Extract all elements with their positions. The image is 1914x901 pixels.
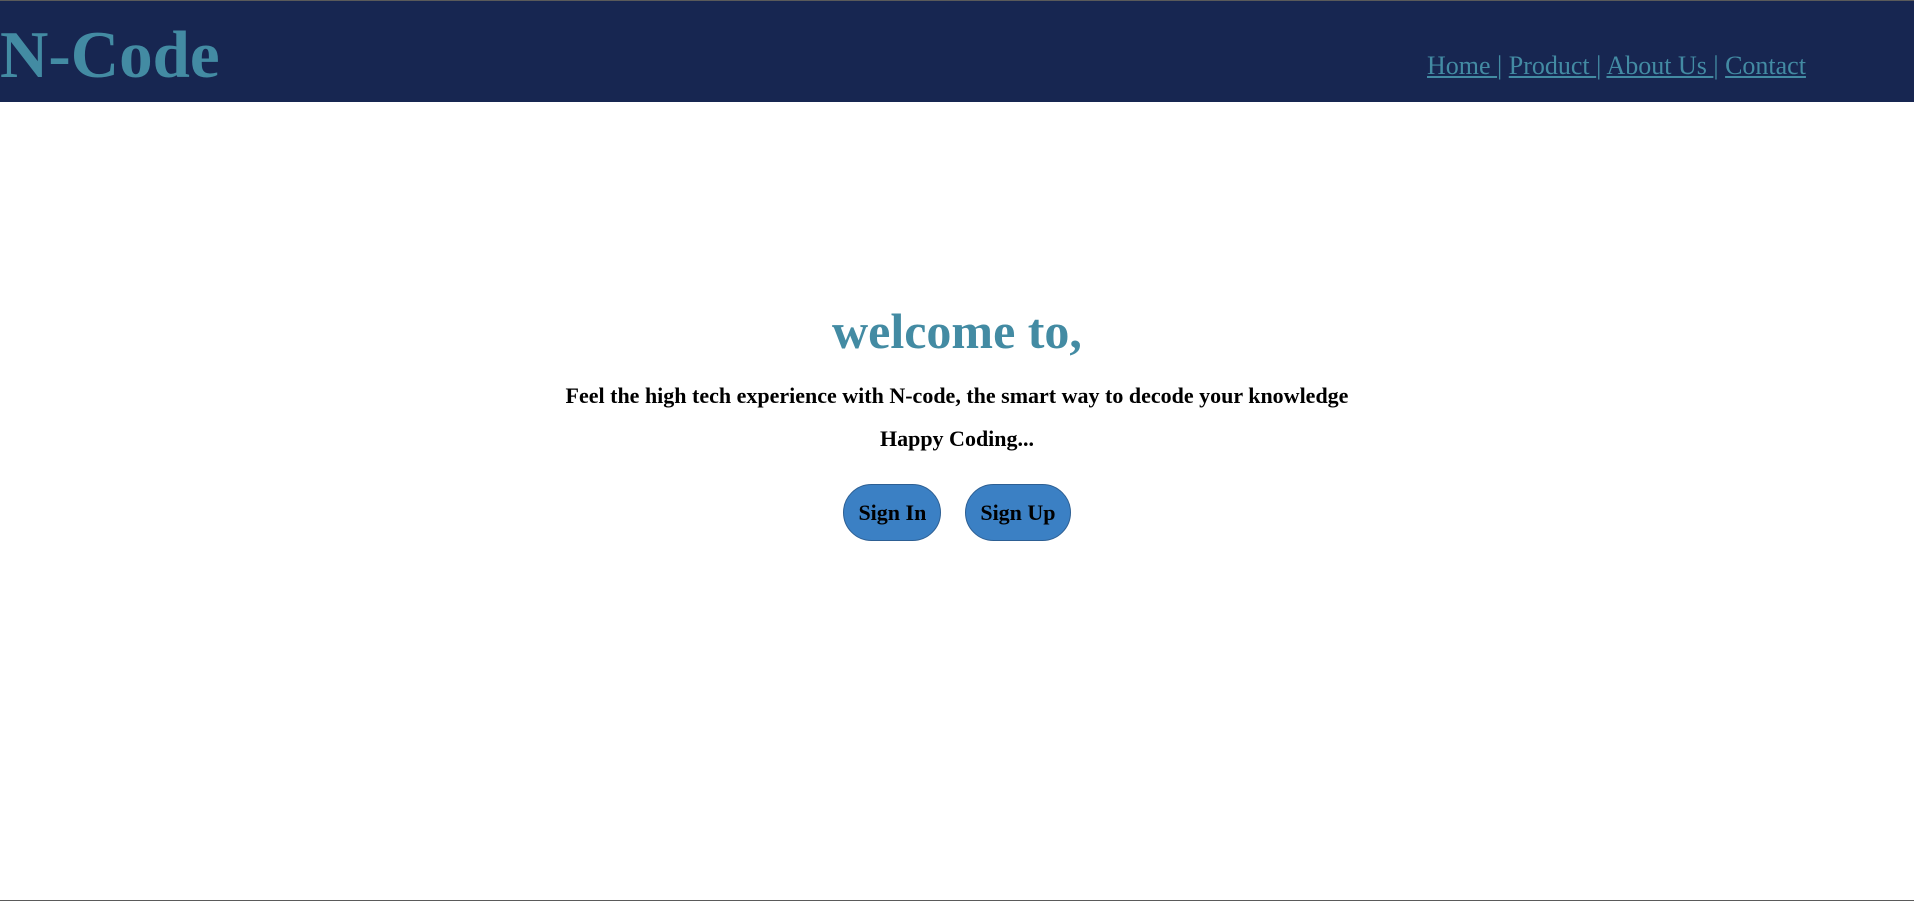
- brand-logo-text: N-Code: [0, 18, 220, 92]
- sign-in-button[interactable]: Sign In: [843, 484, 942, 541]
- nav-separator: |: [1497, 51, 1503, 80]
- auth-button-group: Sign In Sign Up: [0, 484, 1914, 541]
- nav-link-product[interactable]: Product: [1509, 51, 1596, 80]
- header-bar: N-Code Home | Product | About Us | Conta…: [0, 1, 1914, 102]
- page: N-Code Home | Product | About Us | Conta…: [0, 0, 1914, 901]
- top-nav: Home | Product | About Us | Contact: [1427, 51, 1806, 81]
- hero-subline: Happy Coding...: [879, 426, 1035, 451]
- nav-separator: |: [1713, 51, 1719, 80]
- nav-separator: |: [1596, 51, 1602, 80]
- hero-section: welcome to, Feel the high tech experienc…: [0, 297, 1914, 541]
- sign-up-button[interactable]: Sign Up: [965, 484, 1071, 541]
- nav-link-about-us[interactable]: About Us: [1606, 51, 1713, 80]
- hero-title: welcome to,: [832, 303, 1082, 359]
- nav-link-contact[interactable]: Contact: [1725, 51, 1806, 80]
- hero-tagline: Feel the high tech experience with N-cod…: [565, 383, 1349, 408]
- nav-link-home[interactable]: Home: [1427, 51, 1497, 80]
